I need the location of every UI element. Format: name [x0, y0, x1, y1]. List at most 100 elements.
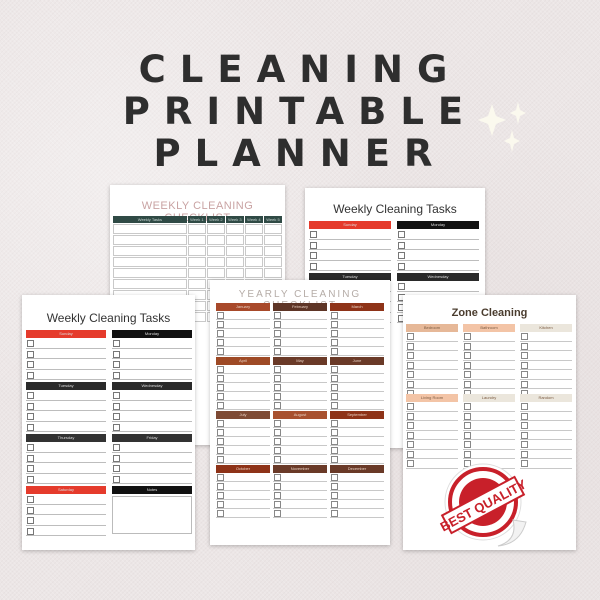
checkbox[interactable]	[331, 501, 338, 508]
checkbox[interactable]	[274, 501, 281, 508]
checkbox[interactable]	[521, 333, 528, 340]
table-cell[interactable]	[113, 257, 187, 267]
table-cell[interactable]	[263, 268, 282, 278]
table-cell[interactable]	[225, 235, 244, 245]
checkbox[interactable]	[310, 262, 317, 270]
checkbox[interactable]	[407, 380, 414, 388]
checkbox[interactable]	[464, 361, 471, 369]
checkbox[interactable]	[113, 454, 120, 462]
checkbox[interactable]	[27, 371, 34, 379]
table-cell[interactable]	[206, 235, 225, 245]
table-cell[interactable]	[113, 246, 187, 256]
checkbox[interactable]	[331, 474, 338, 481]
checkbox[interactable]	[464, 342, 471, 350]
checkbox[interactable]	[398, 231, 405, 238]
checkbox[interactable]	[521, 450, 528, 458]
checkbox[interactable]	[407, 450, 414, 458]
checkbox[interactable]	[27, 527, 34, 535]
table-cell[interactable]	[187, 257, 206, 267]
checkbox[interactable]	[331, 366, 338, 373]
checkbox[interactable]	[310, 241, 317, 249]
checkbox[interactable]	[27, 402, 34, 410]
checkbox[interactable]	[274, 429, 281, 436]
checkbox[interactable]	[398, 241, 405, 249]
checkbox[interactable]	[521, 422, 528, 429]
checkbox[interactable]	[521, 441, 528, 448]
table-cell[interactable]	[113, 279, 187, 289]
checkbox[interactable]	[407, 371, 414, 378]
checkbox[interactable]	[217, 330, 224, 337]
checkbox[interactable]	[521, 371, 528, 378]
table-cell[interactable]	[263, 257, 282, 267]
checkbox[interactable]	[113, 392, 120, 399]
table-cell[interactable]	[225, 224, 244, 234]
checkbox[interactable]	[274, 510, 281, 517]
table-cell[interactable]	[113, 224, 187, 234]
checkbox[interactable]	[217, 447, 224, 454]
checkbox[interactable]	[521, 342, 528, 350]
checkbox[interactable]	[407, 441, 414, 448]
checkbox[interactable]	[407, 403, 414, 410]
checkbox[interactable]	[27, 475, 34, 483]
checkbox[interactable]	[521, 431, 528, 439]
checkbox[interactable]	[331, 339, 338, 346]
table-cell[interactable]	[206, 224, 225, 234]
checkbox[interactable]	[274, 384, 281, 391]
checkbox[interactable]	[464, 450, 471, 458]
checkbox[interactable]	[464, 333, 471, 340]
checkbox[interactable]	[27, 454, 34, 462]
checkbox[interactable]	[398, 283, 405, 290]
checkbox[interactable]	[217, 312, 224, 319]
checkbox[interactable]	[464, 352, 471, 359]
checkbox[interactable]	[331, 321, 338, 328]
checkbox[interactable]	[521, 361, 528, 369]
checkbox[interactable]	[274, 312, 281, 319]
checkbox[interactable]	[274, 456, 281, 463]
checkbox[interactable]	[217, 483, 224, 490]
checkbox[interactable]	[331, 330, 338, 337]
checkbox[interactable]	[331, 375, 338, 382]
table-cell[interactable]	[244, 235, 263, 245]
checkbox[interactable]	[217, 348, 224, 355]
checkbox[interactable]	[27, 517, 34, 524]
checkbox[interactable]	[27, 361, 34, 368]
checkbox[interactable]	[113, 402, 120, 410]
checkbox[interactable]	[113, 475, 120, 483]
table-cell[interactable]	[244, 246, 263, 256]
checkbox[interactable]	[331, 510, 338, 517]
checkbox[interactable]	[217, 384, 224, 391]
table-cell[interactable]	[225, 257, 244, 267]
checkbox[interactable]	[27, 340, 34, 347]
checkbox[interactable]	[407, 333, 414, 340]
checkbox[interactable]	[113, 423, 120, 431]
checkbox[interactable]	[331, 456, 338, 463]
checkbox[interactable]	[331, 438, 338, 445]
notes-box[interactable]	[112, 496, 192, 534]
checkbox[interactable]	[274, 393, 281, 400]
table-cell[interactable]	[263, 235, 282, 245]
checkbox[interactable]	[113, 465, 120, 472]
checkbox[interactable]	[217, 429, 224, 436]
checkbox[interactable]	[521, 352, 528, 359]
checkbox[interactable]	[217, 492, 224, 499]
checkbox[interactable]	[27, 392, 34, 399]
checkbox[interactable]	[464, 380, 471, 388]
checkbox[interactable]	[464, 403, 471, 410]
checkbox[interactable]	[217, 366, 224, 373]
checkbox[interactable]	[331, 384, 338, 391]
checkbox[interactable]	[407, 412, 414, 420]
checkbox[interactable]	[113, 413, 120, 420]
checkbox[interactable]	[464, 431, 471, 439]
checkbox[interactable]	[274, 447, 281, 454]
checkbox[interactable]	[464, 371, 471, 378]
checkbox[interactable]	[274, 339, 281, 346]
checkbox[interactable]	[113, 361, 120, 368]
checkbox[interactable]	[217, 393, 224, 400]
table-cell[interactable]	[244, 224, 263, 234]
checkbox[interactable]	[113, 340, 120, 347]
checkbox[interactable]	[274, 321, 281, 328]
checkbox[interactable]	[407, 422, 414, 429]
checkbox[interactable]	[27, 413, 34, 420]
checkbox[interactable]	[27, 444, 34, 451]
checkbox[interactable]	[274, 366, 281, 373]
